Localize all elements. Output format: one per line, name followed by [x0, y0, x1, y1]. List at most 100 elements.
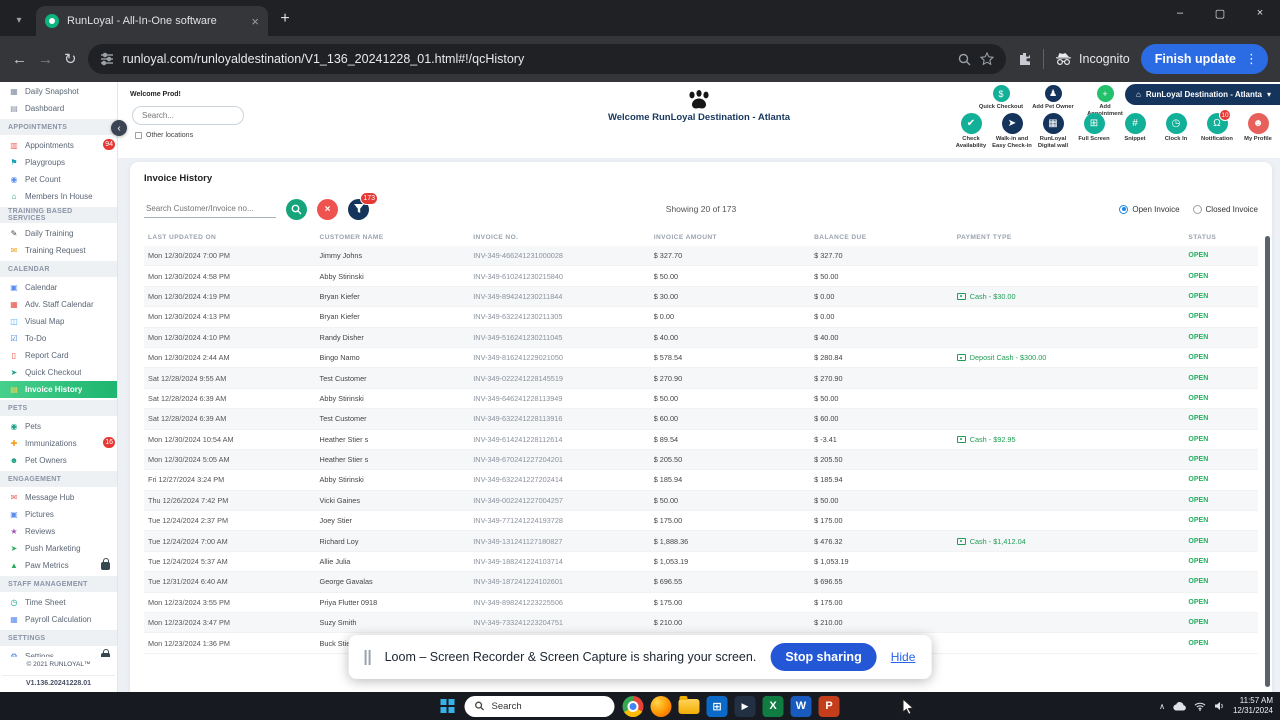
window-menu-chevron-icon[interactable]: ▾: [6, 7, 32, 33]
invoice-row[interactable]: Mon 12/23/2024 3:47 PM Suzy Smith INV-349-…: [144, 613, 1258, 634]
new-tab-button[interactable]: +: [272, 6, 298, 32]
sidebar-item-time-sheet[interactable]: ◷ Time Sheet: [0, 594, 117, 611]
invoice-row[interactable]: Sat 12/28/2024 6:39 AM Test Customer INV-3…: [144, 409, 1258, 430]
taskbar-search[interactable]: Search: [464, 695, 615, 717]
sidebar-item-pet-count[interactable]: ◉ Pet Count: [0, 171, 117, 188]
invoice-row[interactable]: Mon 12/30/2024 4:58 PM Abby Stirinski INV-…: [144, 266, 1258, 287]
site-settings-icon[interactable]: [100, 52, 114, 66]
back-button[interactable]: ←: [12, 51, 27, 68]
sidebar-item-daily-training[interactable]: ✎ Daily Training: [0, 225, 117, 242]
invoice-row[interactable]: Thu 12/26/2024 7:42 PM Vicki Gaines INV-34…: [144, 490, 1258, 512]
sidebar-item-playgroups[interactable]: ⚑ Playgroups: [0, 154, 117, 171]
open-invoice-radio[interactable]: [1119, 204, 1129, 214]
invoice-row[interactable]: Sat 12/28/2024 9:55 AM Test Customer INV-3…: [144, 368, 1258, 389]
invoice-row[interactable]: Tue 12/24/2024 5:37 AM Allie Julia INV-349…: [144, 552, 1258, 573]
sidebar-item-pets[interactable]: ◉ Pets: [0, 418, 117, 435]
sidebar-collapse-button[interactable]: ‹: [111, 120, 127, 136]
sidebar-item-quick-checkout[interactable]: ➤ Quick Checkout: [0, 364, 117, 381]
sidebar-item-pictures[interactable]: ▣ Pictures: [0, 506, 117, 523]
start-button[interactable]: [440, 699, 455, 713]
sidebar-item-to-do[interactable]: ☑ To-Do: [0, 330, 117, 347]
bookmark-star-icon[interactable]: [980, 52, 995, 66]
runloyal-digital-wall-button[interactable]: ▦ RunLoyal Digital wall: [1033, 113, 1073, 149]
excel-icon[interactable]: X: [762, 695, 784, 717]
sidebar-item-dashboard[interactable]: ▤ Dashboard: [0, 100, 117, 117]
store-icon[interactable]: ⊞: [706, 695, 728, 717]
invoice-row[interactable]: Tue 12/24/2024 7:00 AM Richard Loy INV-349…: [144, 531, 1258, 552]
check-availability-button[interactable]: ✔ Check Availability: [951, 113, 991, 149]
drag-handle-icon[interactable]: [364, 649, 371, 665]
sidebar-item-training-request[interactable]: ✉ Training Request: [0, 242, 117, 259]
cloud-icon[interactable]: [1173, 701, 1186, 711]
sidebar-item-daily-snapshot[interactable]: ▦ Daily Snapshot: [0, 83, 117, 100]
file-explorer-icon[interactable]: [678, 695, 700, 714]
table-scrollbar[interactable]: [1265, 236, 1270, 687]
stop-sharing-button[interactable]: Stop sharing: [770, 643, 877, 671]
taskbar-clock[interactable]: 11:57 AM 12/31/2024: [1233, 696, 1273, 717]
hidden-icons-chevron-icon[interactable]: ∧: [1159, 702, 1165, 711]
clock-in-button[interactable]: ◷ Clock In: [1156, 113, 1196, 149]
sidebar-item-message-hub[interactable]: ✉ Message Hub: [0, 489, 117, 506]
invoice-row[interactable]: Sat 12/28/2024 6:39 AM Abby Stirinski INV-…: [144, 389, 1258, 410]
media-player-icon[interactable]: ▶: [734, 695, 756, 717]
invoice-row[interactable]: Mon 12/30/2024 4:13 PM Bryan Kiefer INV-34…: [144, 307, 1258, 328]
word-icon[interactable]: W: [790, 695, 812, 717]
invoice-row[interactable]: Mon 12/30/2024 7:00 PM Jimmy Johns INV-349…: [144, 246, 1258, 267]
chrome-icon[interactable]: [622, 695, 644, 717]
volume-icon[interactable]: [1214, 701, 1225, 711]
reload-button[interactable]: ↻: [64, 50, 77, 68]
sidebar-item-settings[interactable]: ⚙ Settings: [0, 648, 117, 657]
powerpoint-icon[interactable]: P: [818, 695, 840, 717]
invoice-row[interactable]: Tue 12/31/2024 6:40 AM George Gavalas INV-…: [144, 572, 1258, 593]
firefox-icon[interactable]: [650, 695, 672, 717]
extensions-icon[interactable]: [1017, 52, 1032, 67]
hide-link[interactable]: Hide: [891, 650, 916, 664]
wifi-icon[interactable]: [1194, 702, 1206, 711]
invoice-row[interactable]: Mon 12/30/2024 4:19 PM Bryan Kiefer INV-34…: [144, 286, 1258, 308]
sidebar-item-payroll-calculation[interactable]: ▦ Payroll Calculation: [0, 611, 117, 628]
notification-button[interactable]: Ω 10 Notification: [1197, 109, 1237, 149]
invoice-row[interactable]: Mon 12/30/2024 2:44 AM Bingo Namo INV-349-…: [144, 348, 1258, 369]
other-locations-checkbox[interactable]: [135, 132, 142, 139]
other-locations-option[interactable]: Other locations: [135, 132, 193, 139]
location-dropdown[interactable]: ⌂ RunLoyal Destination - Atlanta ▾: [1124, 84, 1280, 105]
window-maximize-button[interactable]: ▢: [1200, 0, 1240, 26]
sidebar-item-appointments[interactable]: ▥ Appointments 94: [0, 137, 117, 154]
location-search-input[interactable]: [132, 106, 244, 125]
invoice-row[interactable]: Fri 12/27/2024 3:24 PM Abby Stirinski INV-…: [144, 470, 1258, 491]
tab-close-icon[interactable]: ×: [251, 14, 259, 29]
walk-in-and-easy-check-in-button[interactable]: ➤ Walk-in and Easy Check-in: [992, 113, 1032, 149]
window-minimize-button[interactable]: –: [1160, 0, 1200, 26]
sidebar-item-calendar[interactable]: ▣ Calendar: [0, 279, 117, 296]
sidebar-item-adv-staff-calendar[interactable]: ▦ Adv. Staff Calendar: [0, 296, 117, 313]
sidebar-item-report-card[interactable]: ▯ Report Card: [0, 347, 117, 364]
snippet-button[interactable]: # Snippet: [1115, 113, 1155, 149]
sidebar-item-members-in-house[interactable]: ⌂ Members In House: [0, 188, 117, 205]
full-screen-button[interactable]: ⊞ Full Screen: [1074, 113, 1114, 149]
finish-update-button[interactable]: Finish update ⋮: [1140, 44, 1268, 74]
search-button[interactable]: [286, 198, 307, 220]
invoice-row[interactable]: Mon 12/30/2024 4:10 PM Randy Disher INV-34…: [144, 327, 1258, 348]
sidebar-item-invoice-history[interactable]: ▤ Invoice History: [0, 381, 117, 398]
clear-search-button[interactable]: ×: [317, 198, 338, 220]
invoice-search-input[interactable]: [144, 200, 276, 218]
closed-invoice-radio[interactable]: [1192, 204, 1202, 214]
browser-menu-icon[interactable]: ⋮: [1245, 51, 1258, 67]
window-close-button[interactable]: ×: [1240, 0, 1280, 26]
sidebar-item-paw-metrics[interactable]: ▲ Paw Metrics: [0, 557, 117, 574]
url-bar[interactable]: runloyal.com/runloyaldestination/V1_136_…: [87, 44, 1007, 74]
zoom-icon[interactable]: [958, 53, 971, 66]
invoice-row[interactable]: Mon 12/23/2024 3:55 PM Priya Flutter 0918…: [144, 593, 1258, 614]
sidebar-item-reviews[interactable]: ★ Reviews: [0, 523, 117, 540]
my-profile-button[interactable]: ☻ My Profile: [1238, 113, 1278, 149]
sidebar-item-immunizations[interactable]: ✚ Immunizations 16: [0, 435, 117, 452]
sidebar-item-push-marketing[interactable]: ➤ Push Marketing: [0, 540, 117, 557]
sidebar-item-pet-owners[interactable]: ☻ Pet Owners: [0, 452, 117, 469]
browser-tab[interactable]: RunLoyal - All-In-One software ×: [36, 6, 268, 36]
sidebar-item-visual-map[interactable]: ◫ Visual Map: [0, 313, 117, 330]
invoice-row[interactable]: Mon 12/30/2024 5:05 AM Heather Stier s INV…: [144, 449, 1258, 471]
invoice-row[interactable]: Tue 12/24/2024 2:37 PM Joey Stier INV-349-…: [144, 511, 1258, 532]
forward-button[interactable]: →: [38, 51, 53, 68]
open-invoice-option[interactable]: Open Invoice: [1119, 204, 1180, 214]
filter-button[interactable]: 173: [348, 191, 378, 220]
